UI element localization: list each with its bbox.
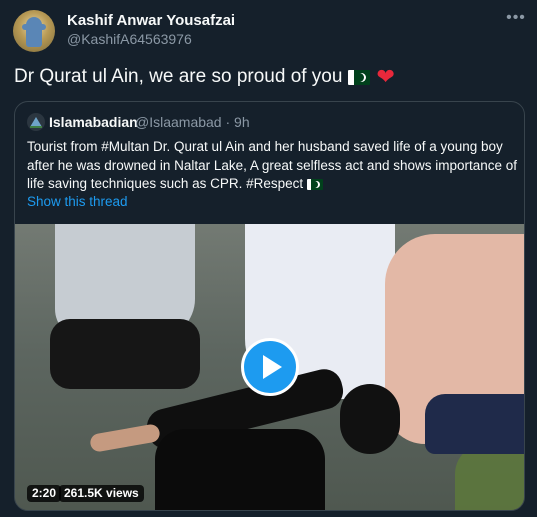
play-icon xyxy=(263,355,282,379)
avatar-figure-arms xyxy=(22,24,46,30)
author-avatar[interactable] xyxy=(13,10,55,52)
quoted-author-handle[interactable]: @Islaamabad · 9h xyxy=(135,114,250,130)
pakistan-flag-icon-small xyxy=(306,178,323,190)
video-views-badge: 261.5K views xyxy=(59,485,144,502)
quoted-author-name[interactable]: Islamabadian xyxy=(49,114,138,130)
quoted-text-content: Tourist from #Multan Dr. Qurat ul Ain an… xyxy=(27,139,518,191)
play-button[interactable] xyxy=(241,338,299,396)
video-shape-navy-trousers xyxy=(425,394,524,454)
video-player[interactable]: 2:20 261.5K views xyxy=(15,224,524,510)
pakistan-flag-icon xyxy=(348,69,371,85)
show-thread-link[interactable]: Show this thread xyxy=(27,194,128,209)
tweet-text: Dr Qurat ul Ain, we are so proud of you … xyxy=(14,66,395,88)
more-options-icon[interactable]: ••• xyxy=(505,7,527,29)
red-heart-icon: ❤ xyxy=(376,64,395,89)
video-duration-badge: 2:20 xyxy=(27,485,62,502)
avatar-figure xyxy=(26,17,42,47)
video-shape-dark-body xyxy=(155,429,325,510)
quoted-tweet[interactable]: Islamabadian @Islaamabad · 9h Tourist fr… xyxy=(14,101,525,511)
quoted-text: Tourist from #Multan Dr. Qurat ul Ain an… xyxy=(27,138,517,194)
author-handle[interactable]: @KashifA64563976 xyxy=(67,31,192,47)
video-shape-dark-head xyxy=(340,384,400,454)
quoted-author-avatar-icon xyxy=(27,113,45,131)
tweet-text-content: Dr Qurat ul Ain, we are so proud of you xyxy=(14,66,343,87)
video-shape-dark-trousers xyxy=(50,319,200,389)
author-name[interactable]: Kashif Anwar Yousafzai xyxy=(67,12,235,29)
